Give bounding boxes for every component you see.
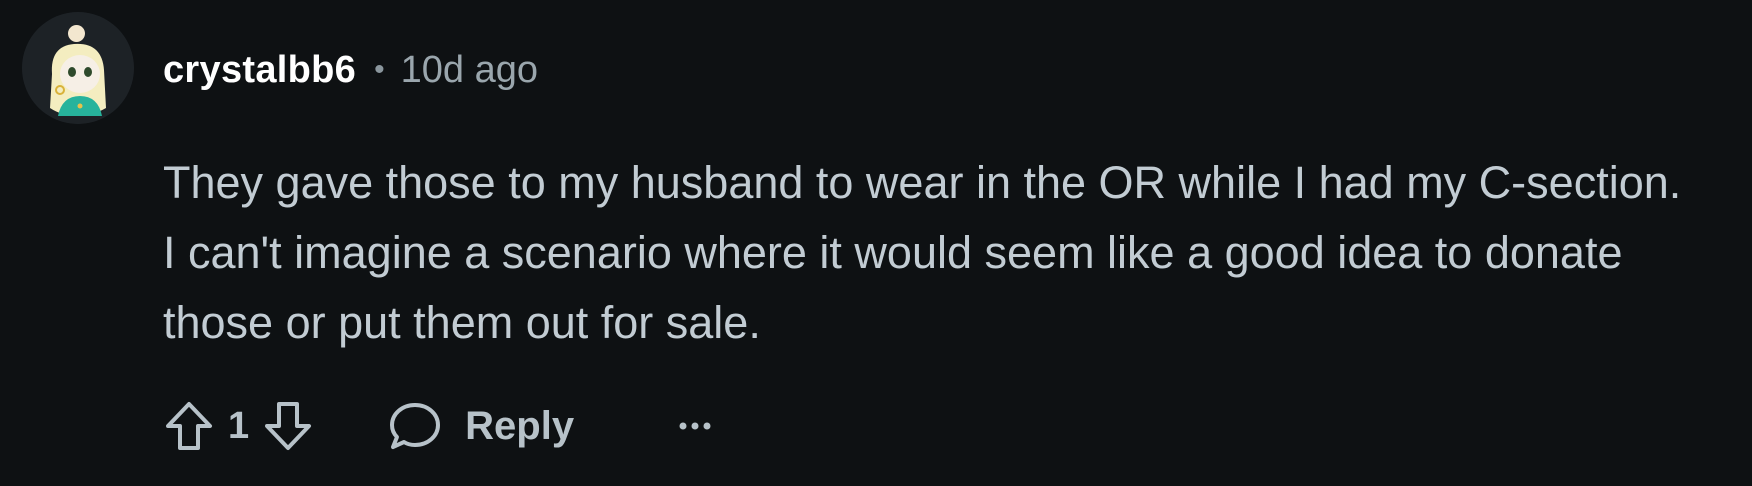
avatar[interactable] bbox=[22, 12, 134, 124]
upvote-arrow-icon bbox=[166, 402, 212, 450]
timestamp[interactable]: 10d ago bbox=[401, 49, 538, 92]
vote-count: 1 bbox=[228, 404, 250, 447]
reply-label: Reply bbox=[465, 403, 575, 448]
downvote-button[interactable] bbox=[259, 397, 317, 455]
comment-body: They gave those to my husband to wear in… bbox=[163, 157, 1682, 348]
comment: crystalbb6 • 10d ago They gave those to … bbox=[0, 0, 1752, 486]
comment-meta: crystalbb6 • 10d ago bbox=[163, 44, 538, 96]
more-options-button[interactable] bbox=[666, 397, 724, 455]
speech-bubble-icon bbox=[390, 403, 441, 449]
ellipsis-icon bbox=[679, 422, 711, 430]
avatar-online-dot bbox=[68, 25, 85, 42]
upvote-button[interactable] bbox=[160, 397, 218, 455]
comment-actions: 1 Reply bbox=[160, 396, 724, 456]
reply-button[interactable]: Reply bbox=[387, 397, 574, 455]
username[interactable]: crystalbb6 bbox=[163, 49, 356, 92]
meta-separator: • bbox=[374, 53, 385, 86]
downvote-arrow-icon bbox=[265, 402, 312, 450]
